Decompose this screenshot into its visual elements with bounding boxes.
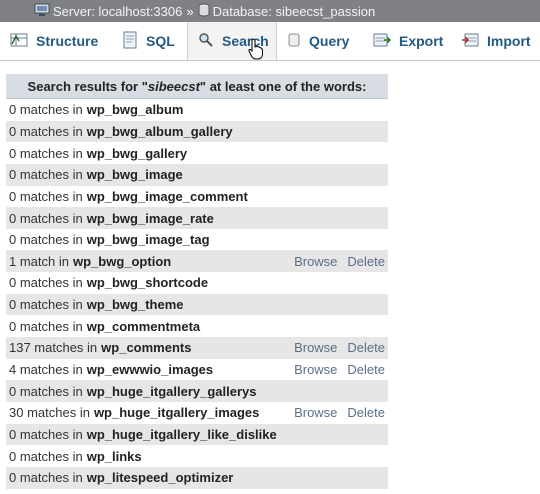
table-name: wp_huge_itgallery_like_dislike [86,426,277,442]
tab-query[interactable]: Query [277,22,363,60]
table-name: wp_bwg_album [86,102,184,118]
tab-structure-label: Structure [36,33,99,49]
table-name: wp_bwg_option [72,253,172,269]
breadcrumb-separator: » [186,3,194,19]
server-icon [34,3,50,20]
table-name: wp_ewwwio_images [86,362,214,377]
match-count: 137 matches in [9,340,98,356]
table-name: wp_comments [101,340,192,356]
table-name: wp_bwg_image [86,167,183,183]
table-name: wp_bwg_image_rate [86,210,214,226]
match-count: 1 match in [9,253,69,269]
query-icon [287,32,301,51]
table-name: wp_bwg_theme [86,297,184,313]
results-rows: 0 matches in wp_bwg_album 0 matches in wp_b… [6,99,388,489]
breadcrumb-server-link[interactable]: Server: localhost:3306 [53,4,182,19]
table-name: wp_bwg_shortcode [86,275,209,291]
match-count: 30 matches in [9,405,90,421]
browse-link[interactable]: Browse [294,340,337,355]
match-count: 0 matches in [9,232,83,248]
browse-link[interactable]: Browse [294,254,337,269]
match-count: 4 matches in [9,362,83,377]
tab-structure[interactable]: Structure [0,22,112,60]
match-count: 0 matches in [9,275,83,291]
structure-icon [10,32,28,51]
table-name: wp_huge_itgallery_images [93,405,260,421]
table-row: 0 matches in wp_bwg_image_comment [6,185,388,208]
delete-link[interactable]: Delete [347,405,385,420]
match-count: 0 matches in [9,383,83,399]
table-name: wp_bwg_image_tag [86,232,210,248]
table-name: wp_links [86,448,142,464]
table-row: 1 match in wp_bwg_option Browse Delete [6,250,388,273]
tab-import-label: Import [487,33,531,49]
delete-link[interactable]: Delete [347,254,385,269]
table-row: 0 matches in wp_bwg_image [6,163,388,186]
table-row: 0 matches in wp_huge_itgallery_like_disli… [6,423,388,446]
table-name: wp_bwg_gallery [86,145,188,161]
match-count: 0 matches in [9,297,83,313]
breadcrumb: Server: localhost:3306 » Database: sibee… [0,0,540,22]
delete-link[interactable]: Delete [347,340,385,355]
row-actions: Browse Delete [294,340,388,355]
match-count: 0 matches in [9,426,83,442]
table-name: wp_bwg_album_gallery [86,123,233,139]
tab-bar: Structure SQL Search Query Export Import [0,22,540,61]
browse-link[interactable]: Browse [294,362,337,377]
table-row: 137 matches in wp_comments Browse Delete [6,337,388,359]
table-row: 0 matches in wp_commentmeta [6,315,388,338]
row-actions: Browse Delete [294,405,388,420]
tab-import[interactable]: Import [451,22,540,60]
tab-query-label: Query [309,33,350,49]
table-name: wp_commentmeta [86,318,201,334]
search-results-header: Search results for " sibeecst " at least o… [6,74,388,99]
match-count: 0 matches in [9,123,83,139]
export-icon [373,32,392,51]
search-term: sibeecst [147,78,200,94]
sql-icon [122,31,138,52]
header-suffix: " at least one of the words: [199,78,367,94]
tab-sql-label: SQL [146,33,175,49]
match-count: 0 matches in [9,210,83,226]
match-count: 0 matches in [9,145,83,161]
table-row: 0 matches in wp_bwg_theme [6,293,388,316]
table-row: 0 matches in wp_litespeed_optimizer [6,466,388,489]
table-row: 0 matches in wp_bwg_album [6,99,388,121]
table-row: 4 matches in wp_ewwwio_images Browse Delete [6,358,388,381]
table-name: wp_bwg_image_comment [86,188,248,204]
delete-link[interactable]: Delete [347,362,385,377]
row-actions: Browse Delete [294,254,388,269]
table-row: 0 matches in wp_bwg_shortcode [6,272,388,294]
match-count: 0 matches in [9,188,83,204]
match-count: 0 matches in [9,102,83,118]
match-count: 0 matches in [9,448,83,464]
match-count: 0 matches in [9,318,83,334]
table-row: 0 matches in wp_bwg_image_rate [6,207,388,229]
table-row: 0 matches in wp_bwg_image_tag [6,228,388,251]
tab-export-label: Export [399,33,444,49]
header-prefix: Search results for " [27,78,148,94]
table-row: 0 matches in wp_bwg_album_gallery [6,120,388,143]
match-count: 0 matches in [9,470,83,486]
row-actions: Browse Delete [294,362,388,377]
search-results-table: Search results for " sibeecst " at least o… [6,74,388,489]
table-row: 0 matches in wp_huge_itgallery_gallerys [6,380,388,402]
browse-link[interactable]: Browse [294,405,337,420]
breadcrumb-database-link[interactable]: Database: sibeecst_passion [213,4,376,19]
table-name: wp_huge_itgallery_gallerys [86,383,257,399]
tab-export[interactable]: Export [363,22,451,60]
import-icon [461,32,479,51]
tab-sql[interactable]: SQL [112,22,187,60]
table-row: 0 matches in wp_links [6,445,388,467]
search-icon [198,32,214,51]
table-row: 0 matches in wp_bwg_gallery [6,142,388,164]
table-row: 30 matches in wp_huge_itgallery_images Bro… [6,401,388,424]
table-name: wp_litespeed_optimizer [86,470,234,486]
match-count: 0 matches in [9,167,83,183]
database-icon [198,3,210,20]
mouse-pointer-icon [248,38,264,63]
